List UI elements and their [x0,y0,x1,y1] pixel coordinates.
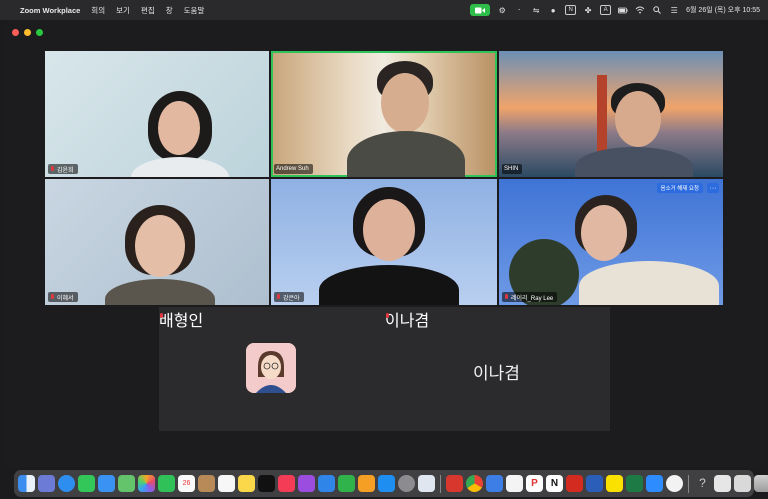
finder-icon[interactable] [18,475,35,492]
video-tile-2-active-speaker[interactable]: Andrew Suh [271,51,497,177]
video-tile-1[interactable]: 김윤희 [45,51,269,177]
ask-to-unmute-button[interactable]: 음소거 해제 요청 [656,183,703,193]
participant-name-tag: 강은아 [274,292,304,302]
minimize-window-button[interactable] [24,29,31,36]
input-source-icon[interactable]: A [600,5,612,15]
dock-separator [688,474,689,493]
podcasts-icon[interactable] [298,475,315,492]
mic-muted-icon [50,166,55,172]
app-store-icon[interactable] [378,475,395,492]
fullscreen-window-button[interactable] [36,29,43,36]
participant-name-tag: 배형인 [159,313,204,330]
video-tile-4[interactable]: 이혜서 [45,179,269,305]
participant-name-tag: 이나겸 [385,313,430,330]
help-icon[interactable]: ? [694,475,711,492]
video-tile-6[interactable]: 음소거 해제 요청 ··· 레이리_Ray Lee [499,179,723,305]
participant-display-name: 이나겸 [473,364,520,383]
apple-tv-icon[interactable] [258,475,275,492]
facetime-icon[interactable] [158,475,175,492]
gear-status-icon[interactable]: ⚙ [497,5,507,15]
word-icon[interactable] [586,475,603,492]
app-icon-blue[interactable] [486,475,503,492]
close-window-button[interactable] [12,29,19,36]
music-icon[interactable] [278,475,295,492]
dock-separator [440,474,441,493]
zoom-meeting-window: 김윤희 Andrew Suh SHIN 이혜서 강은아 음소거 해제 요청 ··… [4,22,764,467]
audio-tile-7[interactable]: 배형인 [159,307,385,431]
mail-icon[interactable] [98,475,115,492]
window-controls [12,29,43,36]
wifi-icon[interactable] [635,5,645,15]
record-status-icon[interactable]: ● [548,5,558,15]
battery-icon[interactable] [618,5,628,15]
safari-icon[interactable] [58,475,75,492]
app-menu-zoom[interactable]: Zoom Workplace [20,6,80,15]
participant-name-tag: 이혜서 [48,292,78,302]
mic-muted-icon [50,294,55,300]
pinwheel-status-icon[interactable]: ✤ [583,5,593,15]
mic-muted-icon [276,294,281,300]
participant-name-tag: SHIN [502,164,523,174]
chatgpt-icon[interactable] [666,475,683,492]
menu-help[interactable]: 도움말 [184,5,205,16]
downloads-stack-icon[interactable] [714,475,731,492]
notion-status-icon[interactable]: N [565,5,577,15]
menu-window[interactable]: 창 [166,5,173,16]
keynote-icon[interactable] [318,475,335,492]
video-tile-3[interactable]: SHIN [499,51,723,177]
participant-name-tag: Andrew Suh [274,164,313,174]
system-settings-icon[interactable] [398,475,415,492]
trash-icon[interactable] [754,475,768,492]
search-icon[interactable] [652,5,662,15]
menu-meeting[interactable]: 회의 [91,5,105,16]
sync-status-icon[interactable]: ⇋ [531,5,541,15]
launchpad-icon[interactable] [38,475,55,492]
audio-tile-8[interactable]: 이나겸 이나겸 [385,307,610,431]
notes-icon[interactable] [238,475,255,492]
app-icon-red[interactable] [446,475,463,492]
menu-view[interactable]: 보기 [116,5,130,16]
messages-icon[interactable] [78,475,95,492]
cartoon-avatar-icon [246,343,296,393]
calendar-icon[interactable]: 26 [178,475,195,492]
pages-icon[interactable] [358,475,375,492]
maps-icon[interactable] [118,475,135,492]
acrobat-icon[interactable] [566,475,583,492]
chrome-icon[interactable] [466,475,483,492]
photos-icon[interactable] [138,475,155,492]
contacts-icon[interactable] [198,475,215,492]
menu-edit[interactable]: 편집 [141,5,155,16]
golden-gate-bridge-tower [597,75,607,157]
documents-stack-icon[interactable] [734,475,751,492]
menubar-clock[interactable]: 6월 26일 (목) 오후 10:55 [686,5,760,15]
kakaotalk-icon[interactable] [606,475,623,492]
pinwheel-app-icon[interactable] [506,475,523,492]
zoom-icon[interactable] [646,475,663,492]
video-tile-5[interactable]: 강은아 [271,179,497,305]
tile-more-options-button[interactable]: ··· [707,183,719,193]
zoom-video-status-icon[interactable] [470,4,491,16]
avatar [246,343,296,393]
participant-name-tag: 레이리_Ray Lee [502,292,558,302]
participant-name-tag: 김윤희 [48,164,78,174]
macos-dock: 26 P N ? [14,470,768,497]
reminders-icon[interactable] [218,475,235,492]
macos-menu-bar: Zoom Workplace 회의 보기 편집 창 도움말 ⚙ ᛫ ⇋ ● N … [0,0,768,20]
excel-icon[interactable] [626,475,643,492]
mic-muted-icon [504,294,509,300]
bluetooth-status-icon[interactable]: ᛫ [514,5,524,15]
preview-icon[interactable] [418,475,435,492]
control-center-icon[interactable]: ☰ [669,5,679,15]
notion-icon[interactable]: N [546,475,563,492]
numbers-icon[interactable] [338,475,355,492]
app-icon-p[interactable]: P [526,475,543,492]
